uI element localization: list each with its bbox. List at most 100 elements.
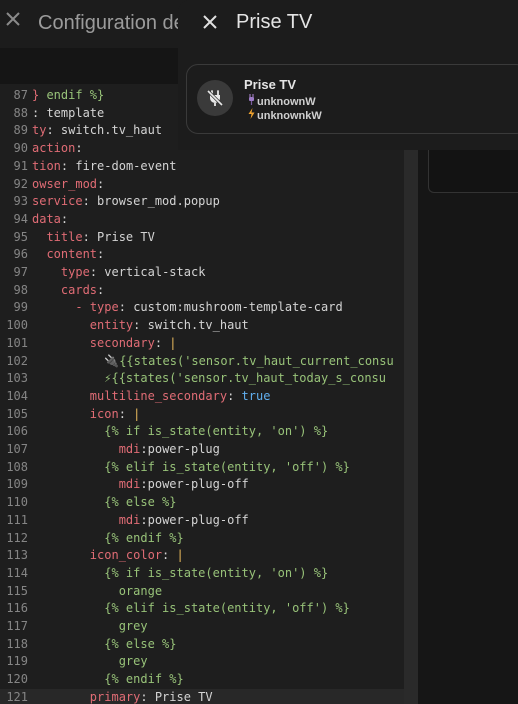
line-code[interactable]: icon: | xyxy=(32,406,141,424)
line-code[interactable]: grey xyxy=(32,653,148,671)
line-number: 116 xyxy=(6,601,28,616)
line-code[interactable]: {% endif %} xyxy=(32,530,183,548)
line-code[interactable]: {% if is_state(entity, 'on') %} xyxy=(32,565,328,583)
editor-line[interactable]: 105 icon: | xyxy=(0,406,404,424)
editor-line[interactable]: 96 content: xyxy=(0,246,404,264)
line-number: 111 xyxy=(6,512,28,527)
popup-dialog: Prise TV Prise TV unknownW unknownkW xyxy=(178,0,518,150)
editor-line[interactable]: 114 {% if is_state(entity, 'on') %} xyxy=(0,565,404,583)
line-code[interactable]: cards: xyxy=(32,282,104,300)
mushroom-template-card[interactable]: Prise TV unknownW unknownkW xyxy=(186,64,518,134)
editor-line[interactable]: 102 🔌{{states('sensor.tv_haut_current_co… xyxy=(0,353,404,371)
line-code[interactable]: {% else %} xyxy=(32,494,176,512)
card-secondary-line-2: unknownkW xyxy=(248,108,322,122)
line-code[interactable]: title: Prise TV xyxy=(32,229,154,247)
editor-line[interactable]: 117 grey xyxy=(0,618,404,636)
line-code[interactable]: {% else %} xyxy=(32,636,176,654)
line-number: 110 xyxy=(6,495,28,510)
editor-line[interactable]: 111 mdi:power-plug-off xyxy=(0,512,404,530)
line-number: 118 xyxy=(6,636,28,651)
line-code[interactable]: action: xyxy=(32,140,83,158)
editor-line[interactable]: 93 service: browser_mod.popup xyxy=(0,193,404,211)
close-icon[interactable] xyxy=(202,14,218,30)
plug-emoji-icon xyxy=(248,94,257,108)
line-code[interactable]: : template xyxy=(32,105,104,123)
line-number: 98 xyxy=(13,282,28,297)
editor-line[interactable]: 110 {% else %} xyxy=(0,494,404,512)
line-number: 90 xyxy=(13,141,28,156)
line-code[interactable]: mdi:power-plug-off xyxy=(32,512,249,530)
editor-line[interactable]: 119 grey xyxy=(0,653,404,671)
line-code[interactable]: {% if is_state(entity, 'on') %} xyxy=(32,423,328,441)
line-number: 104 xyxy=(6,388,28,403)
editor-line[interactable]: 106 {% if is_state(entity, 'on') %} xyxy=(0,423,404,441)
close-icon[interactable] xyxy=(6,12,20,26)
line-code[interactable]: data: xyxy=(32,211,68,229)
line-number: 105 xyxy=(6,406,28,421)
line-code[interactable]: secondary: | xyxy=(32,335,177,353)
line-number: 103 xyxy=(6,371,28,386)
editor-line[interactable]: 121 primary: Prise TV xyxy=(0,688,404,704)
line-code[interactable]: primary: Prise TV xyxy=(32,689,213,704)
editor-line[interactable]: 91 tion: fire-dom-event xyxy=(0,158,404,176)
editor-line[interactable]: 120 {% endif %} xyxy=(0,671,404,689)
line-code[interactable]: entity: switch.tv_haut xyxy=(32,317,249,335)
line-code[interactable]: type: vertical-stack xyxy=(32,264,206,282)
line-number: 119 xyxy=(6,654,28,669)
yaml-code-editor[interactable]: 87 } endif %} 88 : template 89 ty: switch.tv_… xyxy=(0,84,404,704)
line-number: 89 xyxy=(13,123,28,138)
line-code[interactable]: icon_color: | xyxy=(32,547,184,565)
editor-line[interactable]: 101 secondary: | xyxy=(0,335,404,353)
line-code[interactable]: {% elif is_state(entity, 'off') %} xyxy=(32,459,350,477)
editor-line[interactable]: 113 icon_color: | xyxy=(0,547,404,565)
line-number: 112 xyxy=(6,530,28,545)
line-number: 114 xyxy=(6,565,28,580)
line-number: 87 xyxy=(13,88,28,102)
line-code[interactable]: content: xyxy=(32,246,104,264)
line-code[interactable]: - type: custom:mushroom-template-card xyxy=(32,299,342,317)
editor-line[interactable]: 108 {% elif is_state(entity, 'off') %} xyxy=(0,459,404,477)
editor-line[interactable]: 99 - type: custom:mushroom-template-card xyxy=(0,299,404,317)
editor-line[interactable]: 115 orange xyxy=(0,583,404,601)
editor-line[interactable]: 103 ⚡{{states('sensor.tv_haut_today_s_co… xyxy=(0,370,404,388)
line-code[interactable]: ty: switch.tv_haut xyxy=(32,122,162,140)
editor-line[interactable]: 116 {% elif is_state(entity, 'off') %} xyxy=(0,600,404,618)
line-number: 96 xyxy=(13,247,28,262)
line-number: 95 xyxy=(13,229,28,244)
line-number: 91 xyxy=(13,158,28,173)
editor-line[interactable]: 98 cards: xyxy=(0,282,404,300)
line-code[interactable]: owser_mod: xyxy=(32,176,104,194)
editor-line[interactable]: 107 mdi:power-plug xyxy=(0,441,404,459)
editor-line[interactable]: 104 multiline_secondary: true xyxy=(0,388,404,406)
editor-line[interactable]: 92 owser_mod: xyxy=(0,176,404,194)
line-number: 108 xyxy=(6,459,28,474)
editor-line[interactable]: 109 mdi:power-plug-off xyxy=(0,476,404,494)
line-code[interactable]: grey xyxy=(32,618,148,636)
line-number: 102 xyxy=(6,353,28,368)
editor-line[interactable]: 100 entity: switch.tv_haut xyxy=(0,317,404,335)
card-primary-text: Prise TV xyxy=(244,77,297,92)
line-code[interactable]: service: browser_mod.popup xyxy=(32,193,220,211)
editor-line[interactable]: 118 {% else %} xyxy=(0,636,404,654)
line-number: 88 xyxy=(13,105,28,120)
line-code[interactable]: {% endif %} xyxy=(32,671,183,689)
editor-line[interactable]: 94 data: xyxy=(0,211,404,229)
line-code[interactable]: multiline_secondary: true xyxy=(32,388,271,406)
popup-title: Prise TV xyxy=(236,11,313,33)
line-code[interactable]: mdi:power-plug-off xyxy=(32,476,249,494)
editor-scrollbar[interactable] xyxy=(404,150,418,704)
line-code[interactable]: mdi:power-plug xyxy=(32,441,220,459)
line-number: 120 xyxy=(6,672,28,687)
line-code[interactable]: orange xyxy=(32,583,162,601)
line-number: 101 xyxy=(6,335,28,350)
editor-line[interactable]: 95 title: Prise TV xyxy=(0,229,404,247)
line-code[interactable]: tion: fire-dom-event xyxy=(32,158,177,176)
editor-line[interactable]: 112 {% endif %} xyxy=(0,530,404,548)
line-number: 92 xyxy=(13,176,28,191)
line-code[interactable]: } endif %} xyxy=(32,87,104,105)
power-plug-off-icon[interactable] xyxy=(197,80,233,116)
line-code[interactable]: 🔌{{states('sensor.tv_haut_current_consu xyxy=(32,353,394,371)
line-code[interactable]: {% elif is_state(entity, 'off') %} xyxy=(32,600,350,618)
editor-line[interactable]: 97 type: vertical-stack xyxy=(0,264,404,282)
line-code[interactable]: ⚡{{states('sensor.tv_haut_today_s_consu xyxy=(32,370,386,388)
